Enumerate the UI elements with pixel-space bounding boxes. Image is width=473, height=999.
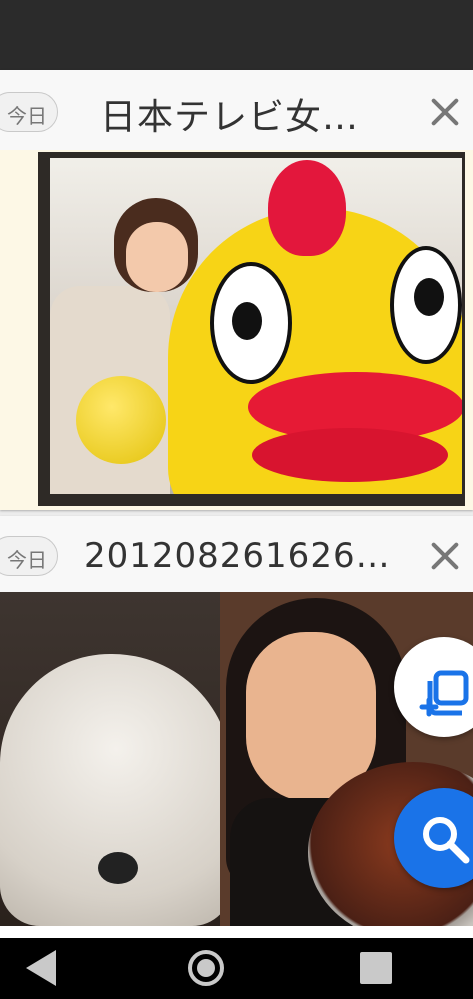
date-badge: 今日: [0, 92, 58, 132]
add-to-collection-button[interactable]: [394, 637, 473, 737]
search-button[interactable]: [394, 788, 473, 888]
date-badge-label: 今日: [7, 548, 47, 572]
tab-header: 今日 201208261626…: [0, 516, 473, 592]
recents-icon[interactable]: [360, 952, 392, 984]
system-nav-bar: [0, 938, 473, 999]
close-icon[interactable]: [429, 96, 461, 128]
tab-title[interactable]: 日本テレビ女…: [100, 88, 359, 140]
back-icon[interactable]: [26, 950, 56, 986]
add-to-collection-icon: [419, 670, 469, 717]
home-icon[interactable]: [188, 950, 224, 986]
tab-title[interactable]: 201208261626…: [84, 536, 391, 576]
tab-card[interactable]: 今日 日本テレビ女…: [0, 70, 473, 510]
date-badge: 今日: [0, 536, 58, 576]
close-icon[interactable]: [429, 540, 461, 572]
photo-woman-with-mascot: [50, 158, 462, 494]
search-icon: [423, 817, 470, 864]
tab-header: 今日 日本テレビ女…: [0, 70, 473, 150]
date-badge-label: 今日: [7, 104, 47, 128]
tab-thumbnail[interactable]: [0, 150, 473, 510]
photo-sheepdog: [0, 654, 232, 926]
status-bar: [0, 0, 473, 70]
